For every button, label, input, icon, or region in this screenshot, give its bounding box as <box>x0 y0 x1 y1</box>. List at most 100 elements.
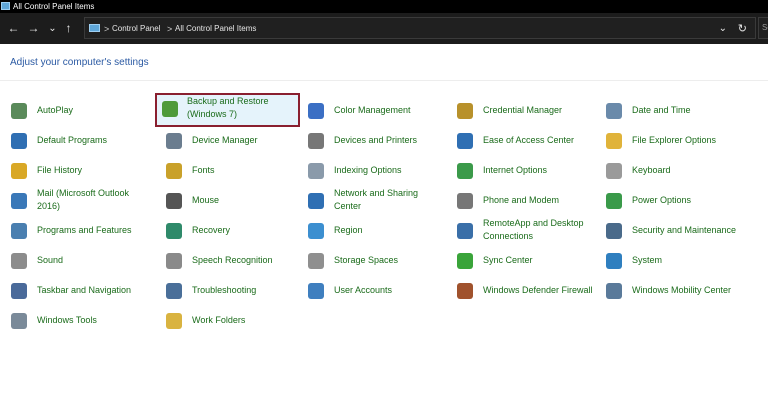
recovery-icon <box>166 223 182 239</box>
divider <box>0 80 768 81</box>
address-bar[interactable]: > Control Panel > All Control Panel Item… <box>84 17 756 39</box>
control-panel-item-power-options[interactable]: Power Options <box>595 185 743 215</box>
control-panel-item-indexing-options[interactable]: Indexing Options <box>297 155 445 185</box>
control-panel-item-label: AutoPlay <box>37 104 74 115</box>
control-panel-item-label: Internet Options <box>483 164 548 175</box>
storage-spaces-icon <box>308 253 324 269</box>
refresh-icon[interactable]: ↻ <box>738 20 747 38</box>
control-panel-item-label: Sound <box>37 254 64 265</box>
back-arrow-icon[interactable]: ← <box>6 21 21 36</box>
control-panel-icon <box>89 24 100 32</box>
recent-locations-chevron-icon[interactable]: ⌄ <box>45 21 60 36</box>
system-icon <box>606 253 622 269</box>
control-panel-item-file-history[interactable]: File History <box>0 155 148 185</box>
control-panel-item-autoplay[interactable]: AutoPlay <box>0 95 148 125</box>
date-time-icon <box>606 103 622 119</box>
control-panel-item-user-accounts[interactable]: User Accounts <box>297 275 445 305</box>
user-accounts-icon <box>308 283 324 299</box>
credential-manager-icon <box>457 103 473 119</box>
internet-options-icon <box>457 163 473 179</box>
control-panel-item-system[interactable]: System <box>595 245 743 275</box>
search-input[interactable]: Se <box>758 17 768 39</box>
control-panel-item-ease-of-access-center[interactable]: Ease of Access Center <box>446 125 594 155</box>
control-panel-item-windows-defender-firewall[interactable]: Windows Defender Firewall <box>446 275 594 305</box>
control-panel-item-color-management[interactable]: Color Management <box>297 95 445 125</box>
control-panel-item-mail-microsoft-outlook-2016[interactable]: Mail (Microsoft Outlook 2016) <box>0 185 148 215</box>
control-panel-item-storage-spaces[interactable]: Storage Spaces <box>297 245 445 275</box>
control-panel-item-date-and-time[interactable]: Date and Time <box>595 95 743 125</box>
autoplay-icon <box>11 103 27 119</box>
control-panel-item-troubleshooting[interactable]: Troubleshooting <box>155 275 303 305</box>
control-panel-item-label: Programs and Features <box>37 224 132 235</box>
forward-arrow-icon[interactable]: → <box>26 21 41 36</box>
control-panel-item-label: Windows Tools <box>37 314 97 325</box>
control-panel-item-sync-center[interactable]: Sync Center <box>446 245 594 275</box>
control-panel-item-taskbar-and-navigation[interactable]: Taskbar and Navigation <box>0 275 148 305</box>
control-panel-item-internet-options[interactable]: Internet Options <box>446 155 594 185</box>
control-panel-item-label: Windows Mobility Center <box>632 284 732 295</box>
control-panel-item-windows-mobility-center[interactable]: Windows Mobility Center <box>595 275 743 305</box>
troubleshooting-icon <box>166 283 182 299</box>
fonts-icon <box>166 163 182 179</box>
control-panel-item-label: Color Management <box>334 104 411 115</box>
control-panel-item-label: System <box>632 254 663 265</box>
control-panel-item-label: File History <box>37 164 83 175</box>
control-panel-item-label: Date and Time <box>632 104 691 115</box>
control-panel-item-label: Security and Maintenance <box>632 224 737 235</box>
control-panel-item-keyboard[interactable]: Keyboard <box>595 155 743 185</box>
control-panel-item-network-and-sharing-center[interactable]: Network and Sharing Center <box>297 185 445 215</box>
control-panel-item-fonts[interactable]: Fonts <box>155 155 303 185</box>
control-panel-item-label: Windows Defender Firewall <box>483 284 593 295</box>
taskbar-icon <box>11 283 27 299</box>
control-panel-item-phone-and-modem[interactable]: Phone and Modem <box>446 185 594 215</box>
address-dropdown-icon[interactable]: ⌄ <box>719 20 727 38</box>
control-panel-item-device-manager[interactable]: Device Manager <box>155 125 303 155</box>
breadcrumb-control-panel[interactable]: Control Panel <box>112 20 160 38</box>
control-panel-item-default-programs[interactable]: Default Programs <box>0 125 148 155</box>
control-panel-item-security-and-maintenance[interactable]: Security and Maintenance <box>595 215 743 245</box>
control-panel-item-label: Storage Spaces <box>334 254 399 265</box>
control-panel-item-label: Device Manager <box>192 134 258 145</box>
phone-modem-icon <box>457 193 473 209</box>
control-panel-item-label: Recovery <box>192 224 231 235</box>
control-panel-item-region[interactable]: Region <box>297 215 445 245</box>
control-panel-item-label: Taskbar and Navigation <box>37 284 132 295</box>
color-management-icon <box>308 103 324 119</box>
region-icon <box>308 223 324 239</box>
control-panel-item-label: Credential Manager <box>483 104 563 115</box>
device-manager-icon <box>166 133 182 149</box>
control-panel-item-label: Power Options <box>632 194 692 205</box>
security-maintenance-icon <box>606 223 622 239</box>
windows-tools-icon <box>11 313 27 329</box>
control-panel-item-credential-manager[interactable]: Credential Manager <box>446 95 594 125</box>
control-panel-item-mouse[interactable]: Mouse <box>155 185 303 215</box>
indexing-options-icon <box>308 163 324 179</box>
default-programs-icon <box>11 133 27 149</box>
control-panel-item-label: Mail (Microsoft Outlook 2016) <box>37 188 130 211</box>
control-panel-item-windows-tools[interactable]: Windows Tools <box>0 305 148 335</box>
programs-features-icon <box>11 223 27 239</box>
control-panel-item-recovery[interactable]: Recovery <box>155 215 303 245</box>
breadcrumb-all-items[interactable]: All Control Panel Items <box>175 20 256 38</box>
control-panel-item-label: Region <box>334 224 363 235</box>
mobility-center-icon <box>606 283 622 299</box>
power-options-icon <box>606 193 622 209</box>
remoteapp-icon <box>457 223 473 239</box>
control-panel-item-label: Speech Recognition <box>192 254 273 265</box>
control-panel-item-file-explorer-options[interactable]: File Explorer Options <box>595 125 743 155</box>
control-panel-item-programs-and-features[interactable]: Programs and Features <box>0 215 148 245</box>
control-panel-item-backup-and-restore-windows-7[interactable]: Backup and Restore (Windows 7) <box>155 93 300 127</box>
control-panel-item-devices-and-printers[interactable]: Devices and Printers <box>297 125 445 155</box>
sound-icon <box>11 253 27 269</box>
control-panel-item-label: Keyboard <box>632 164 671 175</box>
control-panel-item-label: Ease of Access Center <box>483 134 575 145</box>
control-panel-item-speech-recognition[interactable]: Speech Recognition <box>155 245 303 275</box>
control-panel-item-label: Default Programs <box>37 134 108 145</box>
control-panel-item-label: File Explorer Options <box>632 134 717 145</box>
devices-printers-icon <box>308 133 324 149</box>
control-panel-item-work-folders[interactable]: Work Folders <box>155 305 303 335</box>
control-panel-item-sound[interactable]: Sound <box>0 245 148 275</box>
control-panel-item-label: Devices and Printers <box>334 134 418 145</box>
up-arrow-icon[interactable]: ↑ <box>61 21 76 36</box>
control-panel-item-remoteapp-and-desktop-connections[interactable]: RemoteApp and Desktop Connections <box>446 215 594 245</box>
